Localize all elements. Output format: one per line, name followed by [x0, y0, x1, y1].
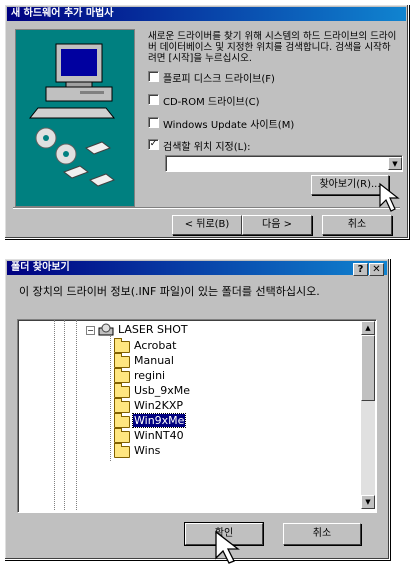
folder-item[interactable]: Manual [114, 353, 234, 368]
folder-icon [114, 398, 130, 413]
help-button[interactable]: ? [353, 263, 368, 276]
close-button[interactable]: ✕ [369, 263, 384, 276]
folder-icon [114, 443, 130, 458]
tree-guide-lines [54, 320, 91, 510]
cdrom-checkbox[interactable] [148, 94, 159, 105]
back-button[interactable]: < 뒤로(B) [172, 215, 242, 235]
specify-location-checkbox[interactable]: ✓ [148, 139, 159, 150]
folder-item[interactable]: WinNT40 [114, 428, 234, 443]
scroll-up-icon[interactable]: ▲ [361, 321, 375, 335]
cd-drive-icon [98, 323, 114, 336]
folder-item[interactable]: regini [114, 368, 234, 383]
tree-expander-icon[interactable]: − [86, 326, 95, 335]
browse-instruction: 이 장치의 드라이버 정보(.INF 파일)이 있는 폴더를 선택하십시오. [19, 285, 320, 298]
folder-label: Wins [134, 444, 161, 457]
folder-item[interactable]: Usb_9xMe [114, 383, 234, 398]
folder-item[interactable]: Win2KXP [114, 398, 234, 413]
folder-item[interactable]: Acrobat [114, 338, 234, 353]
wizard-description: 새로운 드라이버를 찾기 위해 시스템의 하드 드라이브의 드라이버 데이터베이… [148, 31, 397, 64]
folder-label: regini [134, 369, 166, 382]
open-folder-icon [114, 413, 130, 428]
windows-update-checkbox[interactable] [148, 117, 159, 128]
folder-tree[interactable]: − LASER SHOT Acrobat Manual regini Usb_9… [17, 319, 377, 513]
floppy-checkbox[interactable] [148, 71, 159, 82]
browse-title: 폴더 찾아보기 [7, 261, 387, 275]
folder-label-selected: Win9xMe [131, 413, 187, 428]
tree-scrollbar[interactable]: ▲ ▼ [361, 321, 375, 509]
browse-folder-window: 폴더 찾아보기 ? ✕ 이 장치의 드라이버 정보(.INF 파일)이 있는 폴… [4, 258, 390, 560]
folder-label: Usb_9xMe [134, 384, 191, 397]
folder-label: WinNT40 [134, 429, 184, 442]
wizard-title: 새 하드웨어 추가 마법사 [7, 7, 406, 21]
folder-icon [114, 353, 130, 368]
mouse-pointer-icon [379, 182, 400, 212]
browse-cancel-button[interactable]: 취소 [283, 523, 361, 545]
tree-guide-line-2 [64, 320, 65, 510]
scroll-thumb[interactable] [361, 335, 375, 401]
mouse-pointer-icon [215, 530, 240, 564]
folder-icon [114, 368, 130, 383]
hardware-wizard-window: 새 하드웨어 추가 마법사 새로운 드라이버를 찾기 위해 시스템의 하드 드라… [4, 4, 409, 239]
location-combobox[interactable]: ▼ [165, 155, 403, 172]
folder-icon [114, 428, 130, 443]
next-button[interactable]: 다음 > [242, 215, 312, 235]
specify-location-label: 검색할 위치 지정(L): [163, 142, 251, 153]
wizard-separator [13, 207, 400, 209]
cdrom-label: CD-ROM 드라이브(C) [163, 97, 260, 108]
tree-guide-line-3 [76, 320, 77, 510]
floppy-label: 플로피 디스크 드라이브(F) [163, 74, 275, 85]
tree-root-label[interactable]: LASER SHOT [118, 323, 188, 336]
folder-icon [114, 383, 130, 398]
combo-dropdown-icon[interactable]: ▼ [388, 157, 402, 170]
computer-cd-icon [28, 43, 116, 187]
windows-update-label: Windows Update 사이트(M) [163, 120, 295, 131]
wizard-illustration [15, 29, 135, 207]
folder-item[interactable]: Wins [114, 443, 234, 458]
tree-child-line [110, 336, 111, 461]
folder-label: Win2KXP [134, 399, 184, 412]
folder-label: Acrobat [134, 339, 177, 352]
wizard-cancel-button[interactable]: 취소 [322, 215, 392, 235]
folder-icon [114, 338, 130, 353]
folder-item-selected[interactable]: Win9xMe [114, 413, 234, 428]
scroll-down-icon[interactable]: ▼ [361, 495, 375, 509]
folder-label: Manual [134, 354, 174, 367]
